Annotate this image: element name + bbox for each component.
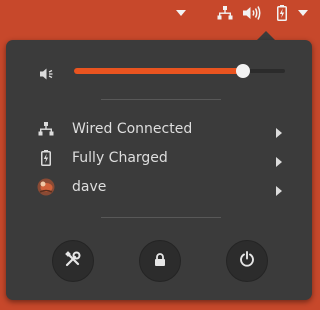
battery-charged-icon[interactable] [274, 4, 290, 22]
network-wired-icon [37, 120, 55, 138]
system-menu: Wired Connected Fully Charged dave [6, 40, 312, 300]
chevron-right-icon [276, 123, 282, 142]
top-panel [0, 0, 318, 26]
network-wired-icon[interactable] [216, 4, 234, 22]
speaker-icon [40, 65, 54, 84]
separator [101, 217, 221, 218]
menu-item-user[interactable]: dave [6, 173, 312, 201]
chevron-right-icon [276, 181, 282, 200]
menu-item-network[interactable]: Wired Connected [6, 115, 312, 143]
menu-item-label: dave [72, 179, 107, 195]
separator [101, 99, 221, 100]
chevron-down-icon[interactable] [296, 4, 310, 22]
menu-item-label: Wired Connected [72, 121, 193, 137]
settings-button[interactable] [52, 240, 94, 282]
battery-charged-icon [37, 149, 55, 167]
power-button[interactable] [226, 240, 268, 282]
lock-icon [154, 252, 166, 271]
lock-button[interactable] [139, 240, 181, 282]
chevron-down-icon[interactable] [174, 4, 188, 22]
volume-fill [74, 68, 243, 74]
volume-knob[interactable] [235, 64, 250, 78]
speaker-icon[interactable] [242, 4, 262, 22]
volume-slider[interactable] [74, 64, 285, 78]
menu-item-battery[interactable]: Fully Charged [6, 144, 312, 172]
menu-item-label: Fully Charged [72, 150, 168, 166]
power-icon [239, 251, 255, 271]
user-avatar-icon [37, 178, 55, 196]
chevron-right-icon [276, 152, 282, 171]
settings-icon [65, 251, 81, 271]
